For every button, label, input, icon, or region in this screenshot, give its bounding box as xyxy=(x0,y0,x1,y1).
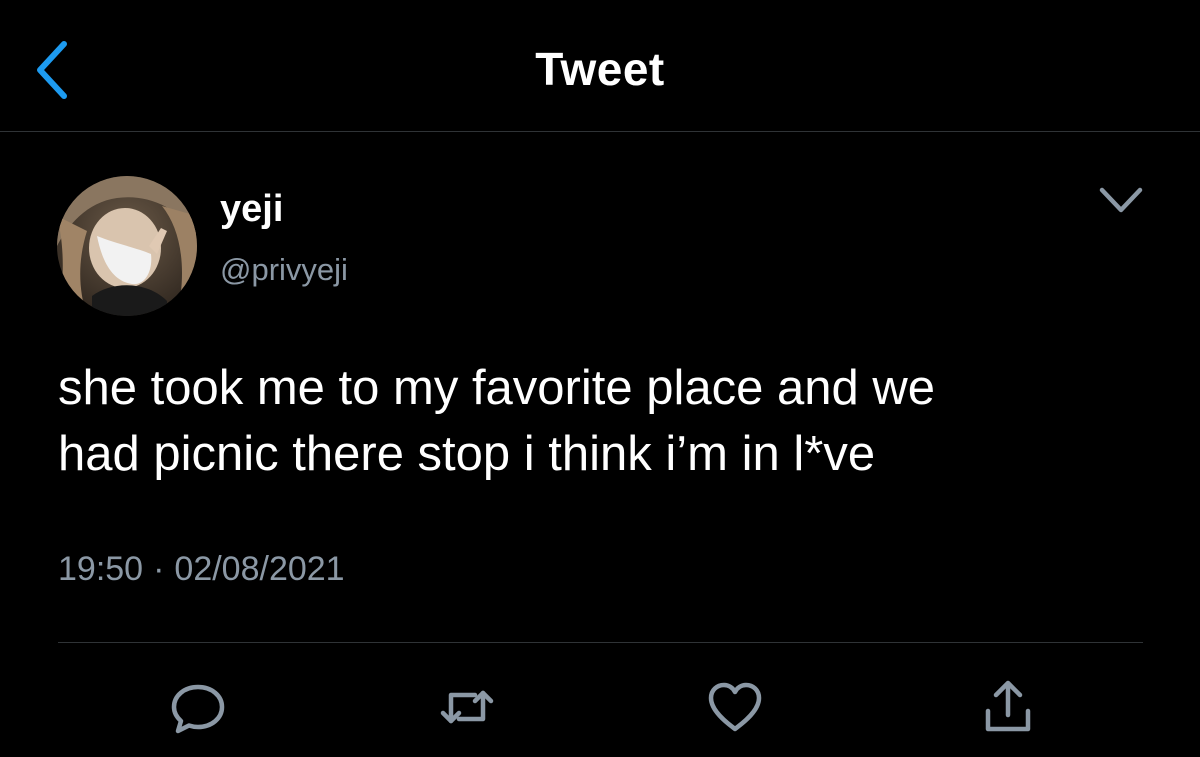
top-bar: Tweet xyxy=(0,0,1200,132)
page-title: Tweet xyxy=(535,43,665,95)
more-options-button[interactable] xyxy=(1096,182,1146,218)
tweet-timestamp: 19:50 · 02/08/2021 xyxy=(58,550,345,589)
tweet-date: 02/08/2021 xyxy=(174,550,345,588)
chevron-down-icon xyxy=(1099,187,1143,213)
share-icon xyxy=(985,680,1031,732)
tweet-text-line: she took me to my favorite place and we xyxy=(58,361,935,415)
like-button[interactable] xyxy=(705,677,765,737)
reply-icon xyxy=(171,684,225,734)
retweet-button[interactable] xyxy=(437,677,497,737)
author-display-name[interactable]: yeji xyxy=(220,188,283,231)
avatar[interactable] xyxy=(57,176,197,316)
author-handle[interactable]: @privyeji xyxy=(220,252,348,288)
tweet-text-line: had picnic there stop i think i’m in l*v… xyxy=(58,427,876,481)
tweet-time: 19:50 xyxy=(58,550,144,588)
reply-button[interactable] xyxy=(168,677,228,737)
timestamp-separator: · xyxy=(153,550,165,588)
tweet-text: she took me to my favorite place and we … xyxy=(58,355,1168,487)
heart-icon xyxy=(708,682,762,732)
retweet-icon xyxy=(440,690,494,724)
avatar-photo xyxy=(57,176,197,316)
divider xyxy=(58,642,1143,643)
share-button[interactable] xyxy=(978,677,1038,737)
